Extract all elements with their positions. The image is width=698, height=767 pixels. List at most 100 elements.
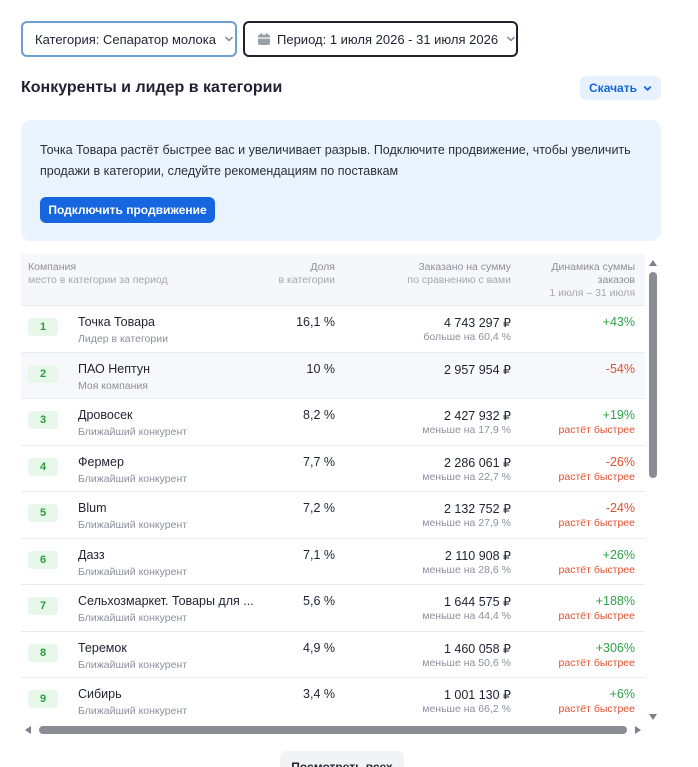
- sum-comparison: меньше на 50,6 %: [422, 656, 511, 669]
- growth-note: растёт быстрее: [558, 517, 635, 529]
- rank-badge: 1: [28, 318, 58, 336]
- rank-badge: 5: [28, 504, 58, 522]
- sum-dynamics: -26%: [605, 454, 635, 469]
- category-share: 5,6 %: [303, 594, 335, 608]
- sum-dynamics: +188%: [595, 594, 635, 608]
- company-role: Ближайший конкурент: [78, 472, 188, 485]
- header-company-label: Компания: [28, 261, 77, 273]
- order-sum: 2 110 908 ₽: [444, 548, 511, 563]
- period-select-label: Период: 1 июля 2026 - 31 июля 2026: [277, 31, 499, 47]
- header-share[interactable]: Доля в категории: [279, 261, 335, 287]
- table-row[interactable]: 5 Blum Ближайший конкурент 7,2 % 2 132 752 ₽…: [21, 492, 645, 539]
- order-sum: 1 001 130 ₽: [443, 688, 511, 702]
- sum-dynamics: +6%: [609, 687, 635, 701]
- category-share: 7,1 %: [303, 547, 335, 562]
- sum-dynamics: -54%: [605, 361, 635, 376]
- header-dynamics[interactable]: Динамика суммы заказов 1 июля – 31 июля: [525, 261, 635, 300]
- scroll-left-arrow-icon[interactable]: [25, 726, 31, 734]
- company-name: Blum: [78, 501, 107, 515]
- table-body: 1 Точка Товара Лидер в категории 16,1 % 4 74…: [21, 306, 645, 720]
- company-name: ПАО Нептун: [78, 361, 151, 376]
- enable-promotion-button[interactable]: Подключить продвижение: [40, 197, 215, 223]
- sum-dynamics: -24%: [605, 501, 635, 515]
- order-sum: 2 132 752 ₽: [443, 502, 511, 516]
- company-role: Ближайший конкурент: [78, 705, 188, 717]
- section-title: Конкуренты и лидер в категории: [21, 79, 283, 96]
- table-row[interactable]: 9 Сибирь Ближайший конкурент 3,4 % 1 001 130…: [21, 678, 645, 720]
- table-row[interactable]: 1 Точка Товара Лидер в категории 16,1 % 4 74…: [21, 306, 645, 353]
- promo-banner: Точка Товара растёт быстрее вас и увелич…: [21, 120, 661, 241]
- rank-badge: 4: [28, 457, 58, 476]
- header-sum-sub: по сравнению с вами: [407, 274, 511, 286]
- company-name: Дазз: [78, 547, 105, 562]
- scroll-right-arrow-icon[interactable]: [635, 726, 641, 734]
- growth-note: растёт быстрее: [558, 470, 635, 483]
- sum-comparison: меньше на 44,4 %: [422, 610, 511, 622]
- header-sum[interactable]: Заказано на сумму по сравнению с вами: [407, 261, 511, 287]
- header-share-sub: в категории: [278, 274, 335, 286]
- banner-message: Точка Товара растёт быстрее вас и увелич…: [40, 143, 631, 178]
- sum-comparison: больше на 60,4 %: [423, 331, 511, 343]
- order-sum: 2 427 932 ₽: [443, 409, 511, 423]
- company-role: Лидер в категории: [78, 333, 168, 345]
- header-company-sub: место в категории за период: [28, 274, 168, 286]
- sum-comparison: меньше на 22,7 %: [422, 470, 511, 483]
- table-header: Компания место в категории за период Дол…: [21, 254, 645, 306]
- rank-badge: 8: [28, 643, 58, 662]
- header-share-label: Доля: [310, 261, 335, 273]
- period-select[interactable]: Период: 1 июля 2026 - 31 июля 2026: [243, 21, 518, 57]
- category-share: 8,2 %: [303, 408, 335, 422]
- order-sum: 1 644 575 ₽: [443, 595, 511, 609]
- sum-comparison: меньше на 27,9 %: [422, 517, 511, 529]
- company-role: Ближайший конкурент: [78, 658, 188, 671]
- company-role: Ближайший конкурент: [78, 426, 188, 438]
- category-select[interactable]: Категория: Сепаратор молока: [21, 21, 237, 57]
- company-name: Фермер: [78, 454, 124, 469]
- sum-dynamics: +43%: [602, 315, 635, 329]
- category-share: 4,9 %: [303, 640, 335, 655]
- horizontal-scrollbar[interactable]: [21, 723, 645, 737]
- download-button[interactable]: Скачать: [580, 76, 661, 100]
- header-sum-label: Заказано на сумму: [418, 261, 511, 273]
- rank-badge: 6: [28, 550, 58, 569]
- sum-dynamics: +26%: [602, 547, 635, 562]
- vertical-scroll-thumb[interactable]: [649, 272, 657, 478]
- company-name: Сибирь: [78, 687, 122, 701]
- company-name: Точка Товара: [78, 315, 155, 329]
- growth-note: растёт быстрее: [558, 610, 635, 622]
- sum-dynamics: +19%: [602, 408, 635, 422]
- table-row[interactable]: 8 Теремок Ближайший конкурент 4,9 % 1 460 05…: [21, 632, 645, 678]
- growth-note: растёт быстрее: [558, 424, 635, 436]
- order-sum: 2 286 061 ₽: [443, 455, 511, 470]
- table-row[interactable]: 2 ПАО Нептун Моя компания 10 % 2 957 954 ₽ -5…: [21, 352, 645, 399]
- growth-note: растёт быстрее: [558, 656, 635, 669]
- company-name: Сельхозмаркет. Товары для ...: [78, 594, 254, 608]
- header-dynamics-sub: 1 июля – 31 июля: [549, 287, 635, 299]
- table-row[interactable]: 3 Дровосек Ближайший конкурент 8,2 % 2 427 9…: [21, 399, 645, 446]
- calendar-icon: [257, 32, 271, 46]
- show-all-button[interactable]: Посмотреть всех: [280, 751, 404, 767]
- sum-comparison: меньше на 28,6 %: [422, 563, 511, 576]
- scroll-down-arrow-icon[interactable]: [649, 714, 657, 720]
- rank-badge: 2: [28, 364, 58, 383]
- download-button-label: Скачать: [589, 81, 637, 95]
- chevron-down-icon: [224, 34, 234, 44]
- category-share: 7,2 %: [303, 501, 335, 515]
- sum-comparison: меньше на 17,9 %: [422, 424, 511, 436]
- header-company[interactable]: Компания место в категории за период: [28, 261, 168, 287]
- scroll-up-arrow-icon[interactable]: [649, 260, 657, 266]
- order-sum: 4 743 297 ₽: [443, 316, 511, 330]
- competitors-table: Компания место в категории за период Дол…: [21, 254, 645, 720]
- sum-dynamics: +306%: [595, 640, 635, 655]
- company-role: Ближайший конкурент: [78, 565, 188, 578]
- vertical-scrollbar[interactable]: [647, 258, 659, 720]
- order-sum: 1 460 058 ₽: [443, 641, 511, 656]
- rank-badge: 9: [28, 690, 58, 708]
- table-row[interactable]: 4 Фермер Ближайший конкурент 7,7 % 2 286 061…: [21, 446, 645, 492]
- horizontal-scroll-thumb[interactable]: [39, 726, 627, 734]
- table-row[interactable]: 7 Сельхозмаркет. Товары для ... Ближайший …: [21, 585, 645, 632]
- company-role: Моя компания: [78, 379, 148, 392]
- company-name: Теремок: [78, 640, 127, 655]
- table-row[interactable]: 6 Дазз Ближайший конкурент 7,1 % 2 110 908 ₽…: [21, 539, 645, 585]
- company-role: Ближайший конкурент: [78, 612, 188, 624]
